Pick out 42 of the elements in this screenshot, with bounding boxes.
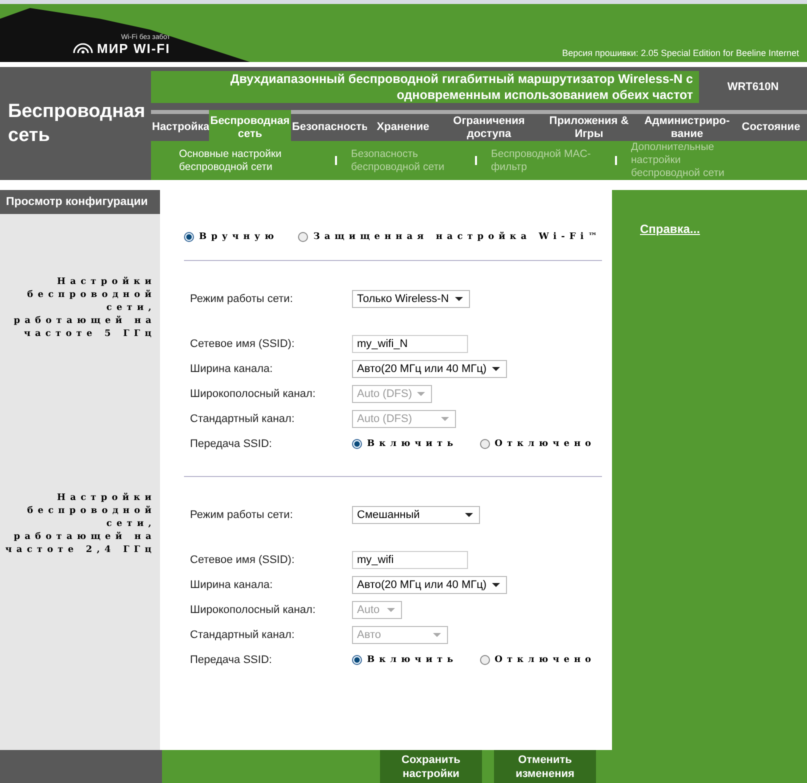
radio-icon[interactable] bbox=[352, 654, 362, 664]
ssid-broadcast-radio[interactable]: Включить bbox=[352, 654, 458, 664]
radio-icon[interactable] bbox=[480, 654, 490, 664]
radio-icon[interactable] bbox=[298, 232, 308, 242]
field-label: Сетевое имя (SSID): bbox=[190, 554, 296, 566]
mode-radio[interactable]: Вручную bbox=[184, 222, 278, 252]
action-button[interactable]: Отменить изменения bbox=[494, 750, 596, 783]
product-title: Двухдиапазонный беспроводной гигабитный маршрутизатор Wireless-N с одновременным использованием обеих частот bbox=[151, 71, 699, 103]
ssid-input[interactable]: my_wifi bbox=[352, 550, 468, 568]
field-label: Режим работы сети: bbox=[190, 292, 294, 304]
nav-tab[interactable]: Приложения & Игры bbox=[539, 110, 639, 141]
sidebar-header: Просмотр конфигурации bbox=[0, 190, 160, 214]
radio-icon[interactable] bbox=[480, 438, 490, 448]
field-label: Передача SSID: bbox=[190, 438, 273, 450]
section-title: Беспроводная сеть bbox=[8, 100, 146, 148]
dropdown[interactable]: Авто(20 МГц или 40 МГц) bbox=[352, 360, 507, 378]
ssid-broadcast-radio[interactable]: Отключено bbox=[480, 438, 596, 448]
nav-tab[interactable]: Ограничения доступа bbox=[439, 110, 539, 141]
dropdown[interactable]: Авто(20 МГц или 40 МГц) bbox=[352, 576, 507, 594]
mode-radio[interactable]: Защищенная настройка Wi-Fi™ bbox=[298, 222, 602, 252]
field-label: Режим работы сети: bbox=[190, 508, 294, 520]
section-heading: Настройки беспроводной сети, работающей на частоте 5 ГГц bbox=[12, 276, 157, 341]
field-label: Стандартный канал: bbox=[190, 412, 296, 424]
section-heading: Настройки беспроводной сети, работающей на частоте 2,4 ГГц bbox=[4, 492, 157, 557]
field-label: Широкополосный канал: bbox=[190, 388, 317, 400]
field-label: Широкополосный канал: bbox=[190, 604, 317, 616]
field-label: Ширина канала: bbox=[190, 362, 274, 374]
logo-text: МИР WI-FI bbox=[97, 41, 170, 56]
ssid-broadcast-radio[interactable]: Отключено bbox=[480, 654, 596, 664]
radio-icon[interactable] bbox=[352, 438, 362, 448]
firmware-version: Версия прошивки: 2.05 Special Edition for Beeline Internet bbox=[562, 48, 799, 58]
action-button[interactable]: Сохранить настройки bbox=[380, 750, 482, 783]
model-name: WRT610N bbox=[726, 81, 780, 93]
dropdown[interactable]: Смешанный bbox=[352, 506, 480, 524]
ssid-broadcast-radio[interactable]: Включить bbox=[352, 438, 458, 448]
field-label: Стандартный канал: bbox=[190, 628, 296, 640]
ssid-input[interactable]: my_wifi_N bbox=[352, 334, 468, 352]
field-label: Передача SSID: bbox=[190, 654, 273, 666]
radio-icon[interactable] bbox=[184, 232, 194, 242]
field-label: Сетевое имя (SSID): bbox=[190, 338, 296, 350]
field-label: Ширина канала: bbox=[190, 578, 274, 590]
dropdown[interactable]: Только Wireless-N bbox=[352, 290, 470, 308]
